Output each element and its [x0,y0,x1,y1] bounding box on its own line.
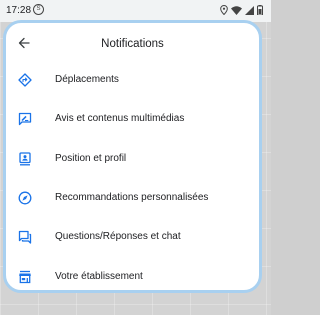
menu-item-position-profil[interactable]: Position et profil [6,145,259,173]
storefront-icon [18,270,32,284]
rate-review-icon [18,112,32,126]
notifications-sheet: Notifications Déplacements Avis et conte… [3,20,262,293]
status-time: 17:28 [6,5,32,16]
menu-item-avis-contenus[interactable]: Avis et contenus multimédias [6,105,259,133]
signal-icon [245,5,254,15]
battery-icon [257,5,263,15]
menu-item-label: Avis et contenus multimédias [55,113,185,124]
menu-item-label: Votre établissement [55,271,143,282]
explore-icon [18,191,32,205]
sheet-header: Notifications [6,31,259,59]
wifi-icon [231,5,242,15]
menu-item-label: Recommandations personnalisées [55,192,209,203]
page-title: Notifications [101,38,164,50]
menu-item-questions-reponses[interactable]: Questions/Réponses et chat [6,223,259,251]
directions-icon [18,73,32,87]
menu-item-label: Position et profil [55,153,127,164]
location-icon [220,5,228,15]
question-answer-icon [18,230,32,244]
status-icons [220,4,263,16]
menu-item-label: Questions/Réponses et chat [55,231,181,242]
notification-badge-icon: S [33,4,44,15]
menu-item-deplacements[interactable]: Déplacements [6,66,259,94]
menu-item-recommandations[interactable]: Recommandations personnalisées [6,184,259,212]
status-bar: 17:28 S [0,0,271,22]
contact-card-icon [18,152,32,166]
menu-item-label: Déplacements [55,74,119,85]
menu-item-etablissement[interactable]: Votre établissement [6,263,259,291]
system-nav-bar [0,296,271,315]
